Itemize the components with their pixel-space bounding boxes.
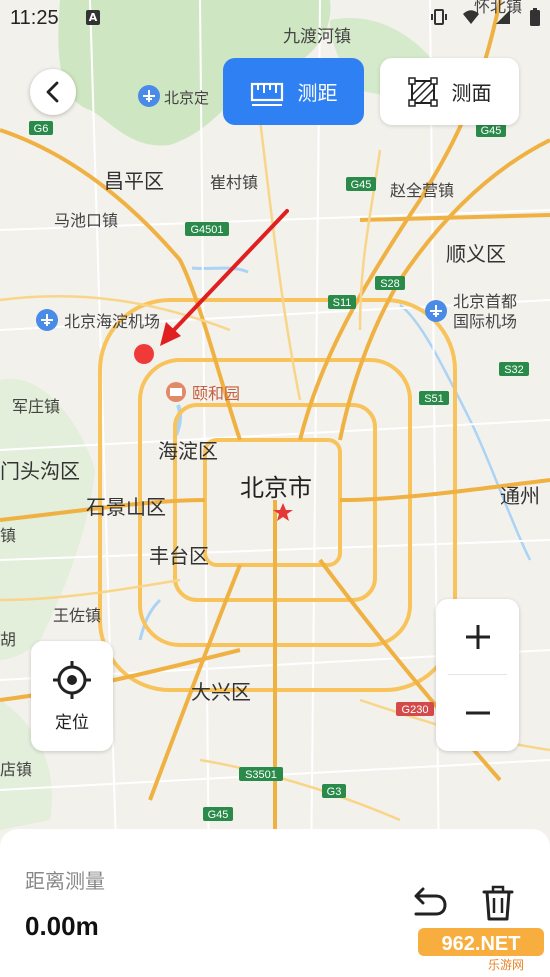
map-label: 顺义区 (446, 242, 506, 266)
undo-icon (414, 887, 447, 916)
polygon-icon (407, 76, 438, 107)
map-label: 门头沟区 (0, 459, 80, 483)
palace-icon (166, 382, 186, 402)
watermark: 962.NET 乐游网 (414, 922, 548, 972)
road-shield-s28: S28 (375, 276, 405, 290)
svg-text:S11: S11 (333, 297, 352, 309)
airport-icon (138, 85, 160, 107)
watermark-brand: 962.NET (442, 933, 521, 955)
undo-button[interactable] (404, 881, 452, 925)
svg-text:S3501: S3501 (245, 769, 277, 781)
signal-icon (496, 10, 510, 24)
road-shield-g45-mid: G45 (346, 177, 376, 191)
ruler-icon (250, 82, 283, 106)
road-shield-g230: G230 (396, 702, 434, 716)
road-shield-s32: S32 (499, 362, 529, 376)
svg-text:G45: G45 (481, 125, 502, 137)
map-label: 颐和园 (192, 384, 240, 403)
svg-text:S32: S32 (504, 364, 524, 376)
map-label: 马池口镇 (54, 211, 118, 230)
map-label: 国际机场 (453, 312, 517, 331)
minus-icon (465, 711, 490, 715)
road-shield-g6: G6 (29, 121, 53, 135)
svg-text:G230: G230 (402, 704, 429, 716)
zoom-controls (436, 599, 519, 751)
area-mode-button[interactable]: 测面 (380, 58, 519, 125)
area-mode-label: 测面 (451, 81, 492, 105)
map-label: 军庄镇 (12, 397, 60, 416)
road-shield-s11: S11 (328, 295, 356, 309)
svg-text:G45: G45 (208, 809, 229, 821)
zoom-in-button[interactable] (436, 599, 519, 675)
map-label: 镇 (0, 526, 16, 545)
locate-label: 定位 (55, 712, 89, 733)
distance-mode-button[interactable]: 测距 (223, 58, 364, 125)
map-label: 大兴区 (191, 680, 251, 704)
map-label: 崔村镇 (210, 173, 258, 192)
distance-mode-label: 测距 (297, 81, 338, 105)
watermark-sub: 乐游网 (488, 958, 524, 972)
svg-text:G4501: G4501 (190, 224, 223, 236)
map-label: 王佐镇 (53, 606, 101, 625)
status-time: 11:25 (10, 7, 59, 29)
road-shield-g45-top: G45 (476, 123, 506, 137)
locate-button[interactable]: 定位 (31, 641, 113, 751)
map-label: 丰台区 (149, 544, 209, 568)
map-label: 昌平区 (104, 169, 164, 193)
svg-text:G3: G3 (327, 786, 342, 798)
map-label: 北京首都 (453, 292, 517, 311)
wifi-icon (463, 10, 479, 24)
map-label: 北京市 (240, 474, 312, 502)
crosshair-icon (53, 660, 91, 699)
map-label: 海淀区 (158, 439, 218, 463)
chevron-left-icon (46, 81, 59, 103)
notification-icon: A (86, 10, 100, 25)
vibrate-icon (431, 9, 447, 25)
back-button[interactable] (30, 69, 76, 115)
map-label: 北京海淀机场 (64, 312, 160, 331)
map-label: 胡 (0, 630, 16, 649)
road-shield-s3501: S3501 (239, 767, 283, 781)
airport-icon (36, 309, 58, 331)
map-label: 石景山区 (86, 495, 166, 519)
svg-text:S51: S51 (424, 393, 444, 405)
battery-icon (530, 8, 540, 26)
road-shield-g45-bottom: G45 (203, 807, 233, 821)
svg-text:G45: G45 (351, 179, 372, 191)
map-label: 店镇 (0, 760, 32, 779)
distance-value: 0.00m (25, 911, 99, 941)
map-label: 北京定 (164, 89, 209, 107)
panel-title: 距离测量 (25, 869, 105, 893)
road-shield-s51: S51 (419, 391, 449, 405)
map-label: 通州 (500, 484, 540, 508)
road-shield-g3: G3 (322, 784, 346, 798)
trash-icon (482, 885, 514, 921)
map-label: 赵全营镇 (390, 181, 454, 200)
delete-button[interactable] (478, 881, 518, 925)
zoom-out-button[interactable] (436, 675, 519, 751)
plus-icon (465, 625, 490, 649)
svg-text:G6: G6 (34, 123, 49, 135)
svg-text:S28: S28 (380, 278, 400, 290)
road-shield-g4501: G4501 (185, 222, 229, 236)
airport-icon (425, 300, 447, 322)
status-bar: 11:25 A (0, 0, 550, 40)
status-icons (430, 7, 544, 27)
measure-point-marker[interactable] (134, 344, 154, 364)
